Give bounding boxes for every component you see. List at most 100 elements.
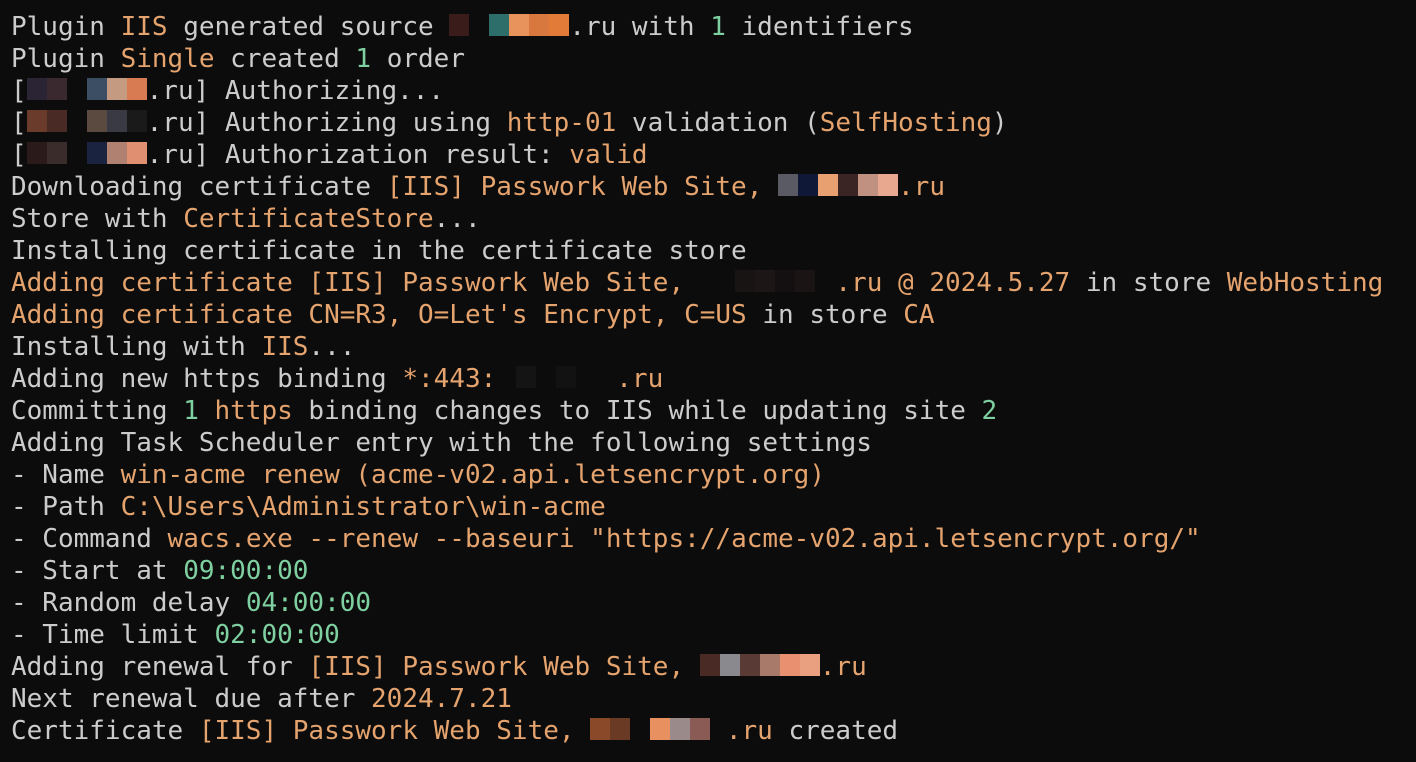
console-text: order — [371, 44, 465, 74]
console-text: .ru — [819, 652, 867, 682]
redacted-domain-block — [26, 110, 147, 132]
console-output[interactable]: Plugin IIS generated source .ru with 1 i… — [0, 0, 1416, 762]
console-text: Certificate — [11, 716, 199, 746]
console-text: Store with — [11, 204, 184, 234]
console-text: .ru] Authorizing using — [146, 108, 507, 138]
redacted-domain-block — [715, 270, 836, 292]
console-text: Adding Task Scheduler entry with the fol… — [11, 428, 872, 458]
console-text: .ru @ 2024.5.27 — [835, 268, 1071, 298]
console-line: - Random delay 04:00:00 — [11, 587, 1416, 619]
console-text: 2024.7.21 — [371, 684, 512, 714]
console-text: [ — [11, 76, 27, 106]
console-line: Downloading certificate [IIS] Passwork W… — [11, 171, 1416, 203]
console-text: Adding renewal for — [11, 652, 309, 682]
console-text: generated source — [167, 12, 450, 42]
console-text: identifiers — [725, 12, 914, 42]
console-text: wacs.exe --renew --baseuri "https://acme… — [167, 524, 1201, 554]
console-text: C:\Users\Administrator\win-acme — [120, 492, 606, 522]
redacted-domain-block — [26, 78, 147, 100]
console-text: in store — [1070, 268, 1227, 298]
console-text: Adding new https binding — [11, 364, 403, 394]
console-text: - Name — [11, 460, 121, 490]
console-text: binding changes to IIS while updating si… — [292, 396, 982, 426]
console-text: .ru] Authorizing... — [146, 76, 445, 106]
console-line: [ .ru] Authorizing using http-01 validati… — [11, 107, 1416, 139]
console-text: Adding certificate [IIS] Passwork Web Si… — [11, 268, 685, 298]
console-text: - Start at — [11, 556, 184, 586]
redacted-domain-block — [590, 718, 711, 740]
console-line: - Path C:\Users\Administrator\win-acme — [11, 491, 1416, 523]
redacted-domain-block — [778, 174, 899, 196]
console-text: .ru — [898, 172, 945, 202]
console-line: [ .ru] Authorizing... — [11, 75, 1416, 107]
console-text: valid — [569, 140, 648, 170]
console-text: *:443: — [402, 364, 497, 394]
console-line: Plugin Single created 1 order — [11, 43, 1416, 75]
console-text: - Command — [11, 524, 168, 554]
console-line: Installing certificate in the certificat… — [11, 235, 1416, 267]
console-text: 09:00:00 — [183, 556, 309, 586]
console-line: Adding Task Scheduler entry with the fol… — [11, 427, 1416, 459]
console-line: Installing with IIS... — [11, 331, 1416, 363]
console-text: [ — [11, 140, 27, 170]
console-line: - Command wacs.exe --renew --baseuri "ht… — [11, 523, 1416, 555]
console-text: 1 — [710, 12, 726, 42]
console-text: Plugin — [11, 44, 121, 74]
console-text: Installing certificate in the certificat… — [11, 236, 747, 266]
console-line: Adding renewal for [IIS] Passwork Web Si… — [11, 651, 1416, 683]
console-text: .ru] Authorization result: — [146, 140, 570, 170]
console-text: .ru — [710, 716, 773, 746]
console-text: .ru with — [569, 12, 711, 42]
console-text: ) — [991, 108, 1008, 138]
console-text: WebHosting — [1226, 268, 1384, 298]
console-text: http-01 — [506, 108, 617, 138]
console-line: Certificate [IIS] Passwork Web Site, .ru… — [11, 715, 1416, 747]
console-text: IIS — [261, 332, 309, 362]
console-text: .ru — [616, 364, 664, 394]
console-text: [IIS] Passwork Web Site, — [308, 652, 700, 682]
console-text: https — [214, 396, 293, 426]
console-text: - Random delay — [11, 588, 246, 618]
console-text: - Time limit — [11, 620, 215, 650]
console-text: 02:00:00 — [214, 620, 340, 650]
console-text: Installing with — [11, 332, 262, 362]
console-line: Store with CertificateStore... — [11, 203, 1416, 235]
redacted-domain-block — [496, 366, 617, 388]
console-text: ... — [433, 204, 481, 234]
console-text: 2 — [981, 396, 998, 426]
console-text: Plugin — [11, 12, 121, 42]
console-text: 04:00:00 — [245, 588, 372, 618]
console-text: [IIS] Passwork Web Site, — [198, 716, 591, 746]
console-text: validation ( — [616, 108, 820, 138]
console-text: [IIS] Passwork Web Site, — [386, 172, 779, 202]
redacted-domain-block — [449, 14, 570, 36]
console-text: in store — [746, 300, 904, 330]
console-text: IIS — [120, 12, 168, 42]
console-line: - Start at 09:00:00 — [11, 555, 1416, 587]
console-text: Next renewal due after — [11, 684, 372, 714]
console-line: Plugin IIS generated source .ru with 1 i… — [11, 11, 1416, 43]
console-text: SelfHosting — [819, 108, 992, 138]
redacted-domain-block — [699, 654, 820, 676]
console-line: - Time limit 02:00:00 — [11, 619, 1416, 651]
console-text: created — [214, 44, 356, 74]
console-line: Next renewal due after 2024.7.21 — [11, 683, 1416, 715]
console-text: created — [772, 716, 899, 746]
console-text: CertificateStore — [183, 204, 434, 234]
console-line: [ .ru] Authorization result: valid — [11, 139, 1416, 171]
console-text: Single — [120, 44, 215, 74]
console-line: Committing 1 https binding changes to II… — [11, 395, 1416, 427]
console-text: [ — [11, 108, 27, 138]
redacted-domain-block — [26, 142, 147, 164]
console-text: Adding certificate CN=R3, O=Let's Encryp… — [11, 300, 747, 330]
console-line: Adding certificate CN=R3, O=Let's Encryp… — [11, 299, 1416, 331]
console-text: Downloading certificate — [11, 172, 387, 202]
console-text: 1 — [183, 396, 199, 426]
console-text: Committing — [11, 396, 184, 426]
console-text: - Path — [11, 492, 121, 522]
console-text: 1 — [355, 44, 372, 74]
console-line: Adding new https binding *:443: .ru — [11, 363, 1416, 395]
console-text: CA — [903, 300, 935, 330]
